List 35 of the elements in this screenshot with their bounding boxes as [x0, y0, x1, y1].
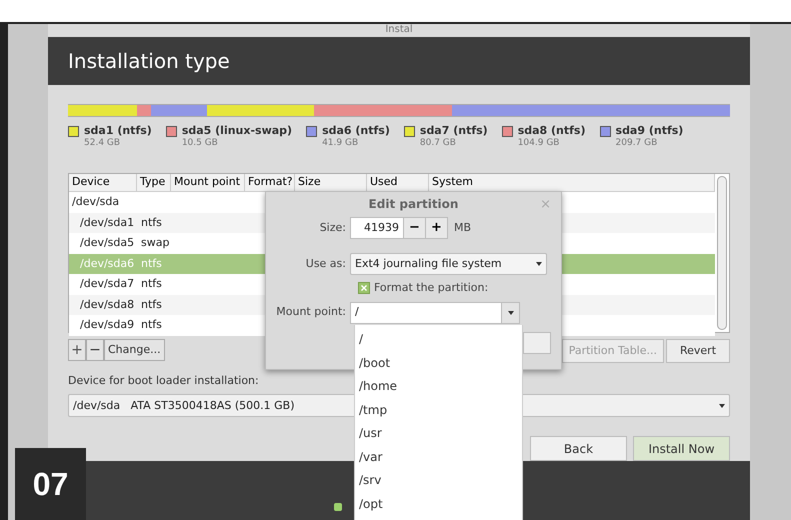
partition-name: sda8 (ntfs): [518, 124, 586, 138]
partition-size: 80.7 GB: [420, 138, 457, 150]
type-cell-text: ntfs: [141, 276, 162, 292]
format-label: Format the partition:: [374, 280, 488, 296]
type-cell-text: ntfs: [141, 214, 162, 231]
partition-size: 10.5 GB: [182, 138, 219, 150]
partition-name: sda5 (linux-swap): [182, 124, 292, 138]
partition-size: 104.9 GB: [518, 138, 560, 150]
partition-name: sda6 (ntfs): [322, 124, 390, 138]
type-cell-text: swap: [141, 235, 170, 252]
partition-name: sda9 (ntfs): [616, 124, 684, 138]
type-cell-text: ntfs: [141, 296, 162, 313]
dialog-title: Edit partition: [368, 196, 458, 213]
type-cell-text: ntfs: [141, 317, 162, 334]
unit-label: MB: [454, 220, 472, 236]
device-cell-text: /dev/sda: [71, 194, 120, 210]
device-cell-text: /dev/sda8: [79, 296, 136, 313]
partition-size: 209.7 GB: [616, 138, 658, 150]
boot-loader-label: Device for boot loader installation:: [68, 374, 259, 388]
page-heading: Installation type: [68, 48, 230, 76]
device-cell-text: /dev/sda9: [79, 317, 136, 334]
device-cell-text: /dev/sda6: [79, 256, 136, 272]
device-cell-text: /dev/sda5: [79, 235, 136, 252]
mount-point-label: Mount point:: [275, 304, 347, 320]
device-cell-text: /dev/sda7: [79, 276, 136, 292]
partition-size: 41.9 GB: [322, 138, 360, 150]
use-as-label: Use as:: [304, 256, 347, 272]
step-badge: 07: [15, 448, 86, 520]
device-cell-text: /dev/sda1: [79, 214, 136, 231]
size-label: Size:: [318, 220, 347, 236]
type-cell-text: ntfs: [141, 256, 162, 272]
partition-name: sda7 (ntfs): [420, 124, 488, 138]
window-title: Instal: [385, 24, 413, 36]
partition-size: 52.4 GB: [84, 138, 122, 150]
partition-name: sda1 (ntfs): [84, 124, 152, 138]
